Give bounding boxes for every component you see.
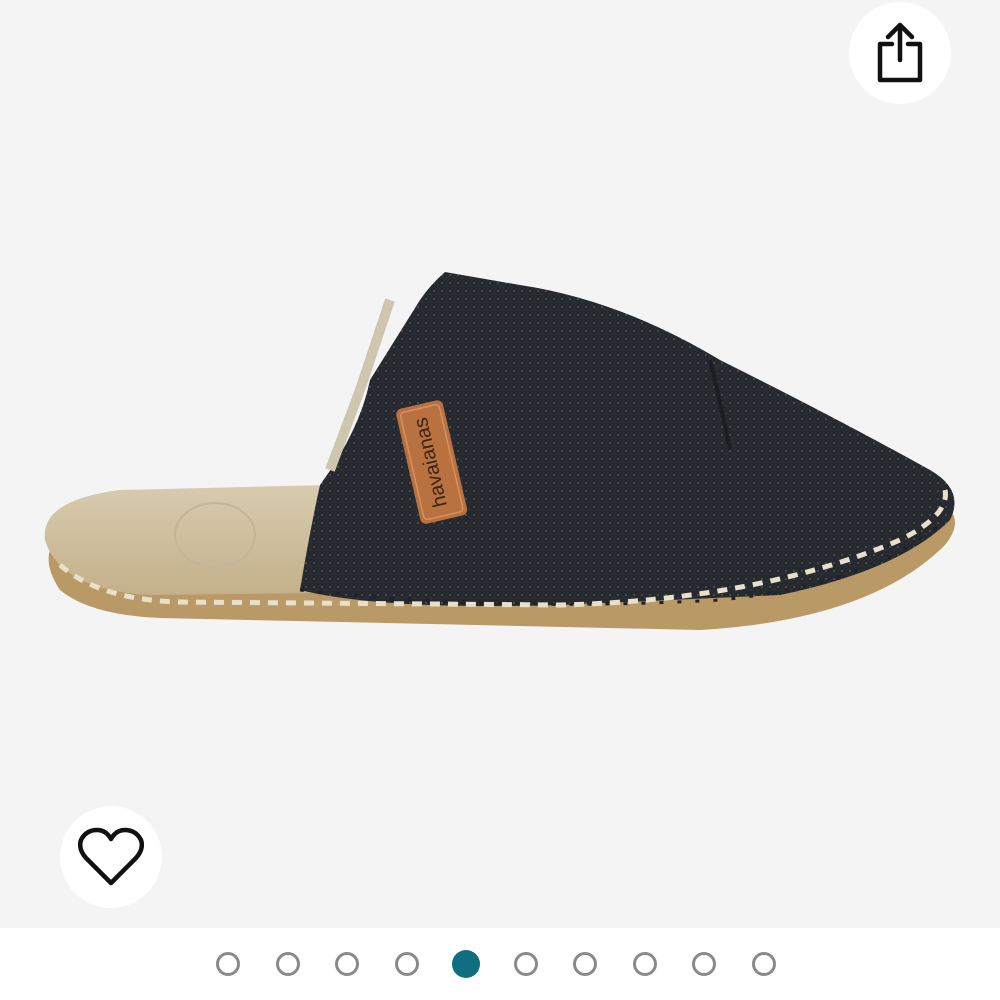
pagination-dot[interactable] xyxy=(216,952,240,976)
pagination-dot[interactable] xyxy=(573,952,597,976)
pagination-dot-active[interactable] xyxy=(452,950,480,978)
product-gallery: havaianas xyxy=(0,0,1000,1000)
pagination-dot[interactable] xyxy=(751,952,776,976)
pagination-dot[interactable] xyxy=(692,952,716,976)
image-pagination xyxy=(0,928,1000,1000)
wishlist-button[interactable] xyxy=(60,806,162,908)
pagination-dot[interactable] xyxy=(275,952,300,976)
pagination-dot[interactable] xyxy=(513,952,538,976)
pagination-dots xyxy=(216,949,776,979)
pagination-dot[interactable] xyxy=(394,952,419,976)
product-image: havaianas xyxy=(44,272,956,630)
pagination-dot[interactable] xyxy=(632,952,657,976)
pagination-dot[interactable] xyxy=(335,952,359,976)
share-button[interactable] xyxy=(849,2,951,104)
heart-outline-icon xyxy=(78,827,144,887)
product-image-area[interactable]: havaianas xyxy=(0,0,1000,928)
share-icon xyxy=(874,22,926,84)
shoe-upper xyxy=(300,272,955,606)
